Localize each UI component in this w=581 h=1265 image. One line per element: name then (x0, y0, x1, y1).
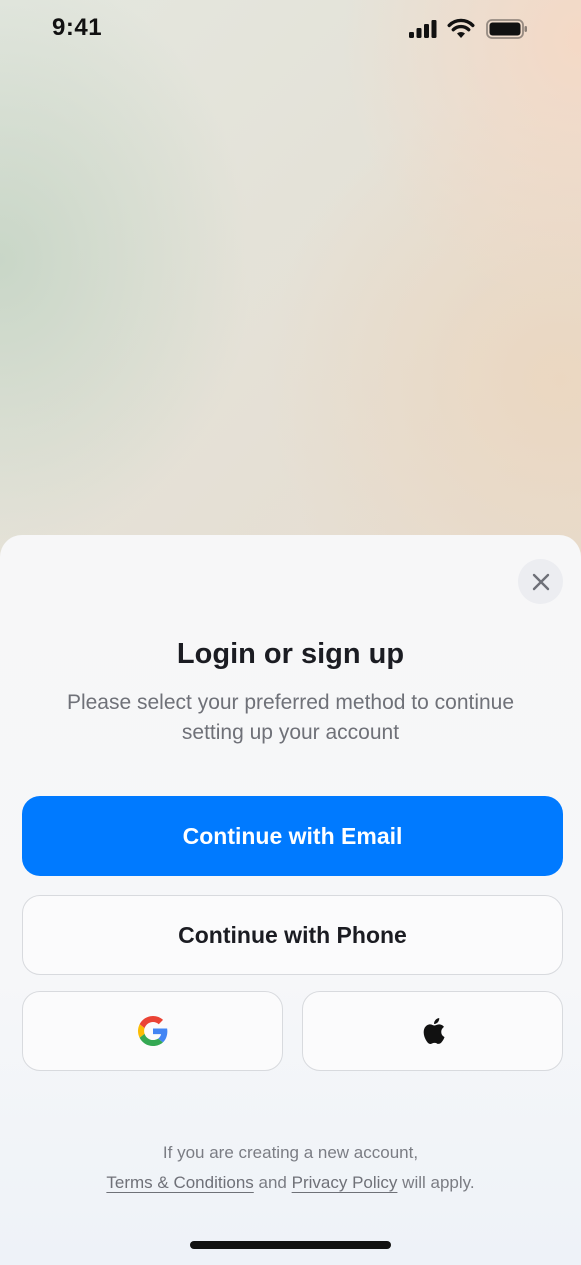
sheet-title: Login or sign up (176, 638, 405, 670)
status-bar: 9:41 (0, 0, 581, 60)
legal-and-text: and (258, 1173, 287, 1192)
phone-button-label: Continue with Phone (178, 921, 407, 948)
cellular-signal-icon (409, 20, 437, 38)
google-icon (137, 1016, 167, 1046)
battery-icon (486, 19, 527, 39)
continue-with-phone-button[interactable]: Continue with Phone (22, 895, 563, 975)
status-time: 9:41 (52, 14, 103, 41)
apple-icon (423, 1018, 445, 1044)
legal-suffix-text: will apply. (402, 1173, 475, 1192)
legal-line-2: Terms & Conditions and Privacy Policy wi… (0, 1168, 581, 1198)
legal-notice: If you are creating a new account, Terms… (0, 1138, 581, 1198)
close-button[interactable] (518, 559, 563, 604)
legal-line-1: If you are creating a new account, (162, 1143, 419, 1162)
continue-with-email-button[interactable]: Continue with Email (22, 796, 563, 876)
email-button-label: Continue with Email (182, 822, 403, 849)
google-login-button[interactable] (22, 991, 283, 1071)
terms-link[interactable]: Terms & Conditions (106, 1173, 253, 1192)
privacy-policy-link[interactable]: Privacy Policy (292, 1173, 398, 1192)
apple-login-button[interactable] (302, 991, 563, 1071)
close-icon (532, 573, 549, 590)
wifi-icon (447, 18, 475, 38)
home-indicator[interactable] (190, 1241, 391, 1249)
sheet-subtitle: Please select your preferred method to c… (66, 691, 515, 744)
